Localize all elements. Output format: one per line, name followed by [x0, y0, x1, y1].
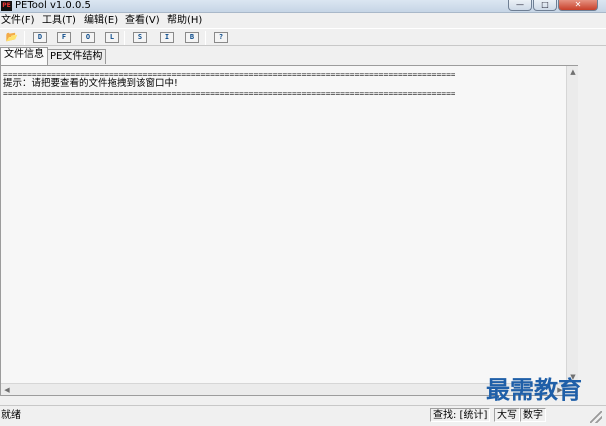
help-icon[interactable]: ? — [214, 32, 228, 43]
status-pane-caps: 大写 — [494, 408, 520, 422]
menu-bar: 文件(F) 工具(T) 编辑(E) 查看(V) 帮助(H) — [0, 13, 606, 28]
log-text-area[interactable]: ========================================… — [0, 65, 578, 396]
horizontal-scrollbar[interactable]: ◀ ▶ — [1, 383, 566, 395]
scroll-up-icon[interactable]: ▲ — [567, 66, 579, 78]
toolbar-button-l[interactable]: L — [105, 32, 119, 43]
maximize-button[interactable]: □ — [533, 0, 557, 11]
toolbar: 📂 D F O L S I B ? — [0, 28, 606, 46]
toolbar-separator — [124, 31, 125, 45]
minimize-button[interactable]: — — [508, 0, 532, 11]
app-icon: PE — [1, 1, 12, 11]
toolbar-button-o[interactable]: O — [81, 32, 95, 43]
watermark-logo: 最需教育 — [486, 375, 582, 404]
status-pane-find: 查找: [统计] — [430, 408, 491, 422]
resize-grip-icon[interactable] — [590, 411, 602, 423]
vertical-scrollbar[interactable]: ▲ ▼ — [566, 66, 578, 383]
toolbar-separator — [205, 31, 206, 45]
toolbar-button-i[interactable]: I — [160, 32, 174, 43]
scroll-left-icon[interactable]: ◀ — [1, 384, 13, 396]
menu-edit[interactable]: 编辑(E) — [84, 13, 118, 28]
toolbar-button-f[interactable]: F — [57, 32, 71, 43]
menu-help[interactable]: 帮助(H) — [167, 13, 202, 28]
toolbar-button-d[interactable]: D — [33, 32, 47, 43]
hint-text: 提示：请把要查看的文件拖拽到该窗口中! — [3, 78, 178, 89]
tab-file-info[interactable]: 文件信息 — [0, 47, 48, 65]
toolbar-separator — [24, 31, 25, 45]
window-title: PETool v1.0.0.5 — [15, 0, 91, 11]
status-bar: 就绪 查找: [统计] 大写 数字 — [0, 405, 606, 426]
menu-file[interactable]: 文件(F) — [1, 13, 35, 28]
tab-strip: 文件信息 PE文件结构 — [0, 47, 606, 65]
toolbar-button-b[interactable]: B — [185, 32, 199, 43]
menu-view[interactable]: 查看(V) — [125, 13, 160, 28]
status-pane-num: 数字 — [520, 408, 546, 422]
close-button[interactable]: ✕ — [558, 0, 598, 11]
tab-pe-structure[interactable]: PE文件结构 — [46, 49, 107, 64]
folder-open-icon[interactable]: 📂 — [5, 32, 19, 43]
title-bar: PE PETool v1.0.0.5 — □ ✕ — [0, 0, 606, 13]
separator-line: ========================================… — [3, 90, 455, 98]
status-text: 就绪 — [1, 410, 21, 421]
menu-tools[interactable]: 工具(T) — [42, 13, 76, 28]
toolbar-button-s[interactable]: S — [133, 32, 147, 43]
